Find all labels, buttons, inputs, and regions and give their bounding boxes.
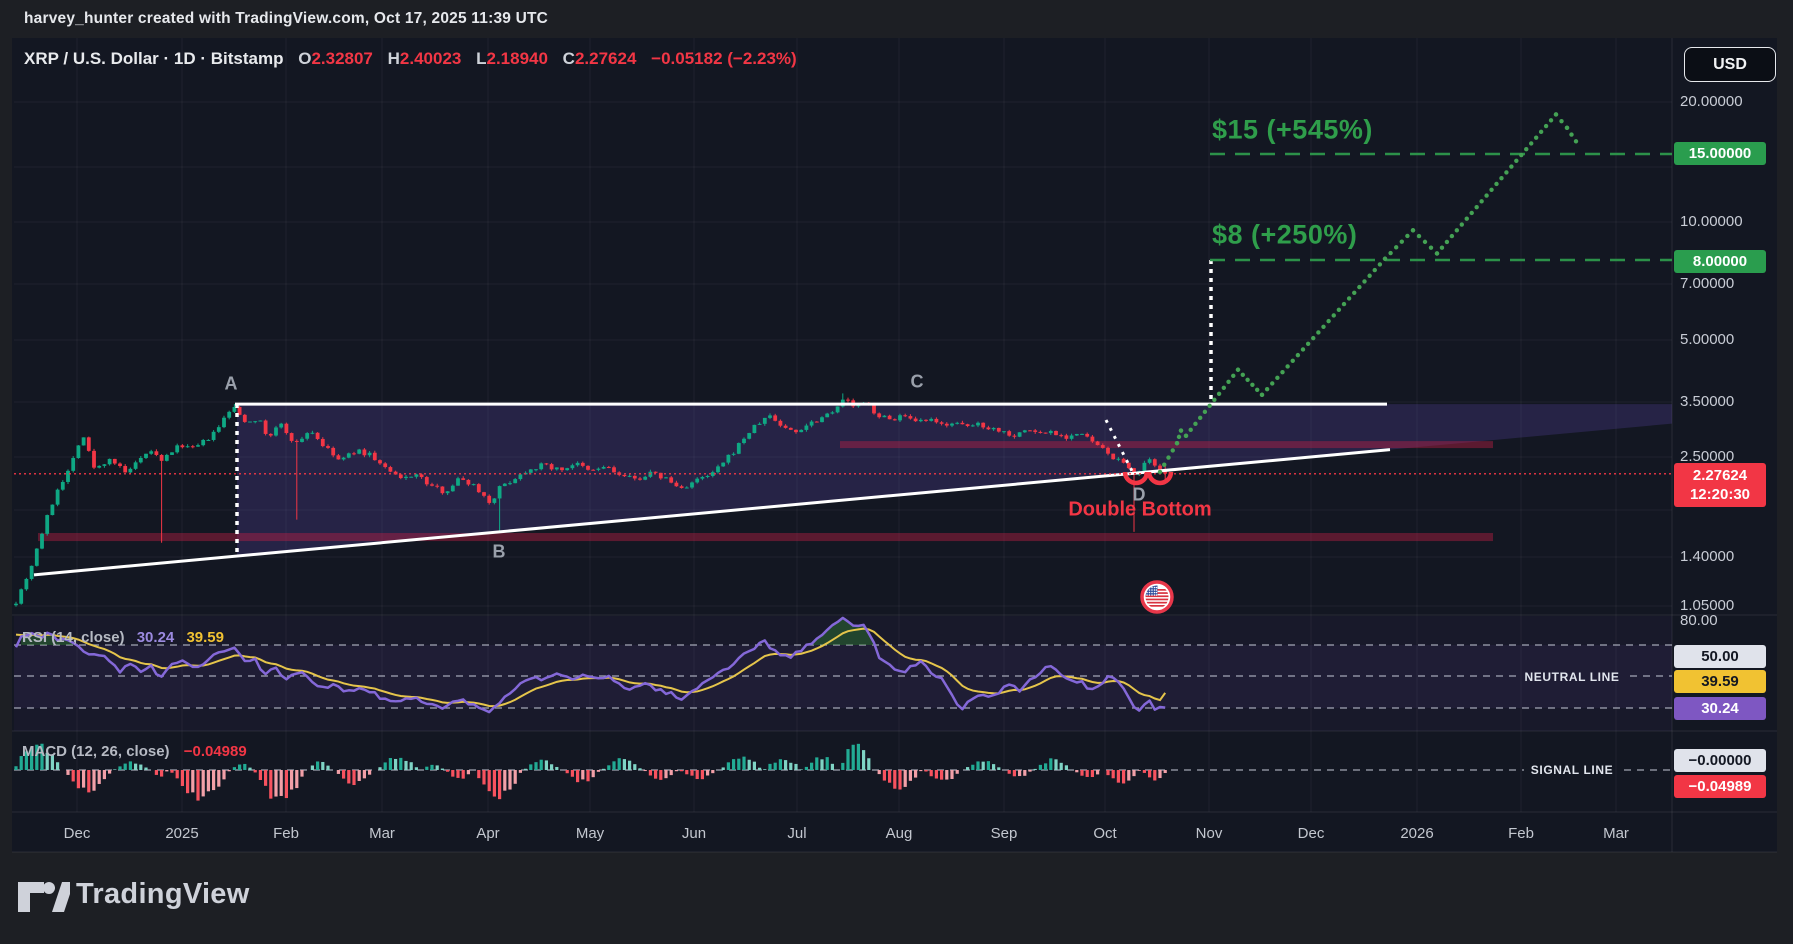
high-label: H: [388, 49, 400, 68]
currency-toggle-button[interactable]: USD: [1684, 47, 1776, 82]
time-axis-label: Oct: [1093, 825, 1116, 842]
price-axis-label: 20.00000: [1680, 93, 1743, 111]
rsi-title[interactable]: RSI (14, close): [22, 629, 125, 646]
time-axis-label: May: [576, 825, 604, 842]
tradingview-screenshot: harvey_hunter created with TradingView.c…: [0, 0, 1793, 944]
target-label-8: $8 (+250%): [1212, 220, 1357, 251]
pattern-point-b: B: [493, 542, 506, 563]
low-value: 2.18940: [486, 49, 547, 68]
countdown-timer: 12:20:30: [1690, 485, 1750, 504]
last-price-value: 2.27624: [1693, 466, 1747, 485]
time-axis-label: Apr: [476, 825, 499, 842]
symbol-legend[interactable]: XRP / U.S. Dollar · 1D · Bitstamp O2.328…: [24, 49, 797, 69]
time-axis-label: Dec: [64, 825, 91, 842]
symbol-title[interactable]: XRP / U.S. Dollar · 1D · Bitstamp: [24, 49, 283, 68]
open-label: O: [298, 49, 311, 68]
macd-title[interactable]: MACD (12, 26, close): [22, 743, 170, 760]
close-label: C: [563, 49, 575, 68]
time-axis-label: Mar: [1603, 825, 1629, 842]
close-value: 2.27624: [575, 49, 636, 68]
signal-line-label: SIGNAL LINE: [1531, 763, 1613, 777]
target-label-15: $15 (+545%): [1212, 115, 1373, 146]
pattern-point-c: C: [911, 372, 924, 393]
time-axis-label: Aug: [886, 825, 913, 842]
rsi-value: 30.24: [137, 629, 175, 646]
neutral-line-label: NEUTRAL LINE: [1525, 670, 1620, 684]
rsi-ma-value: 39.59: [186, 629, 224, 646]
rsi-mid-badge: 50.00: [1674, 645, 1766, 668]
rsi-legend[interactable]: RSI (14, close) 30.24 39.59: [22, 629, 224, 646]
open-value: 2.32807: [311, 49, 372, 68]
time-axis-label: 2025: [165, 825, 198, 842]
rsi-axis-80: 80.00: [1680, 612, 1718, 630]
price-axis-label: 3.50000: [1680, 393, 1734, 411]
time-axis-label: Feb: [1508, 825, 1534, 842]
change-value: −0.05182 (−2.23%): [651, 49, 797, 68]
double-bottom-label: Double Bottom: [1068, 499, 1211, 522]
rsi-ma-badge: 39.59: [1674, 670, 1766, 693]
time-axis-label: Sep: [991, 825, 1018, 842]
macd-value: −0.04989: [184, 743, 247, 760]
price-axis-label: 10.00000: [1680, 213, 1743, 231]
macd-hist-badge: −0.04989: [1674, 775, 1766, 798]
price-axis-label: 5.00000: [1680, 331, 1734, 349]
time-axis-label: Jun: [682, 825, 706, 842]
macd-legend[interactable]: MACD (12, 26, close) −0.04989: [22, 743, 247, 760]
time-axis-label: Dec: [1298, 825, 1325, 842]
rsi-value-badge: 30.24: [1674, 697, 1766, 720]
tradingview-logo-icon[interactable]: [18, 880, 70, 914]
price-axis-label: 1.40000: [1680, 548, 1734, 566]
time-axis-label: 2026: [1400, 825, 1433, 842]
tradingview-wordmark[interactable]: TradingView: [76, 878, 250, 911]
attribution-text: harvey_hunter created with TradingView.c…: [24, 10, 548, 28]
price-axis-label: 7.00000: [1680, 275, 1734, 293]
time-axis-label: Jul: [787, 825, 806, 842]
time-axis-label: Mar: [369, 825, 395, 842]
main-chart[interactable]: [12, 38, 1777, 852]
high-value: 2.40023: [400, 49, 461, 68]
macd-signal-badge: −0.00000: [1674, 749, 1766, 772]
time-axis-label: Feb: [273, 825, 299, 842]
pattern-point-a: A: [225, 374, 238, 395]
time-axis-label: Nov: [1196, 825, 1223, 842]
target-price-badge-8: 8.00000: [1674, 250, 1766, 273]
low-label: L: [476, 49, 486, 68]
last-price-badge: 2.27624 12:20:30: [1674, 463, 1766, 507]
target-price-badge-15: 15.00000: [1674, 142, 1766, 165]
